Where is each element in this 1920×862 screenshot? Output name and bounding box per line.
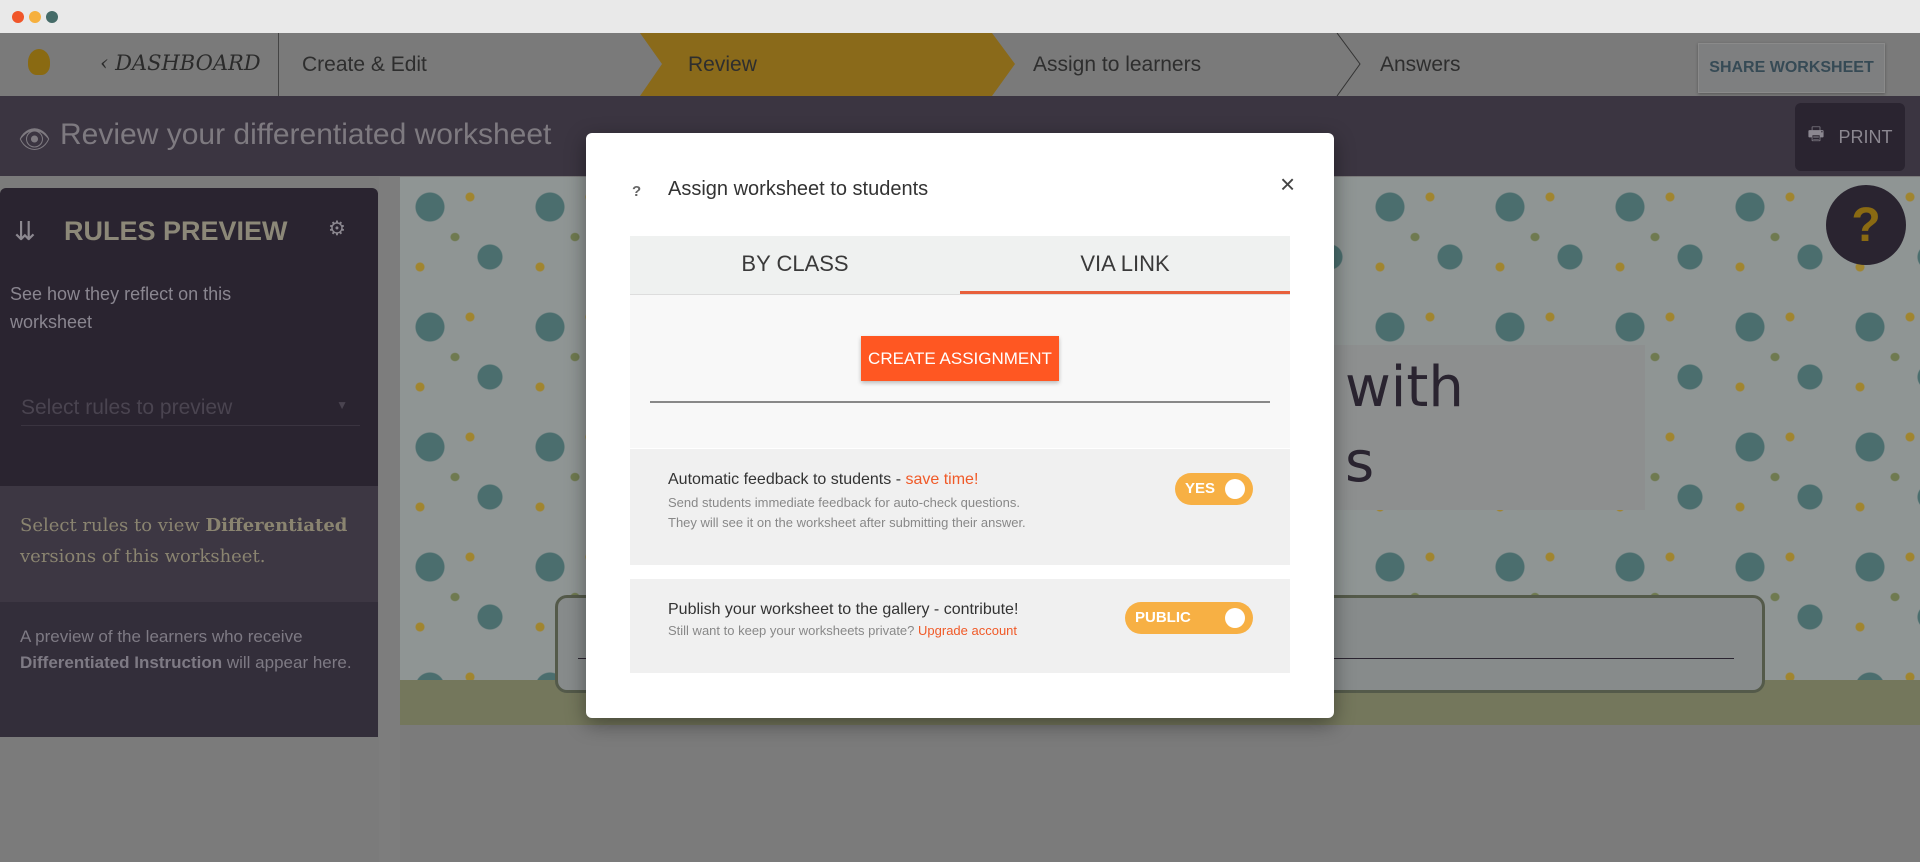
lightbulb-logo-icon [28, 49, 50, 75]
feedback-line2: They will see it on the worksheet after … [668, 515, 1026, 530]
feedback-toggle-label: YES [1185, 480, 1216, 497]
question-icon[interactable]: ? [632, 183, 641, 200]
help-button[interactable]: ? [1826, 185, 1906, 265]
print-label: PRINT [1838, 126, 1893, 147]
preview-text-end: will appear here. [222, 653, 352, 672]
feedback-highlight: save time! [905, 471, 979, 488]
step-create-edit[interactable]: Create & Edit [302, 53, 427, 77]
info-text-end: versions of this worksheet. [20, 546, 266, 567]
step-answers[interactable]: Answers [1380, 53, 1461, 77]
worksheet-title-line1: with [1345, 355, 1464, 420]
via-link-content: CREATE ASSIGNMENT [630, 295, 1290, 448]
dashboard-label: DASHBOARD [115, 51, 261, 75]
link-field[interactable] [650, 401, 1270, 403]
printer-icon: 🖶 [1807, 124, 1825, 144]
info-bold: Differentiated [205, 515, 348, 536]
feedback-toggle[interactable]: YES [1175, 473, 1253, 505]
step-separator [1336, 33, 1361, 96]
differentiated-info: Select rules to view Differentiated vers… [0, 486, 378, 602]
share-worksheet-button[interactable]: SHARE WORKSHEET [1698, 43, 1885, 93]
close-window-button[interactable] [12, 11, 24, 23]
preview-bold: Differentiated Instruction [20, 653, 223, 672]
preview-text: A preview of the learners who receive [20, 627, 303, 646]
scrollbar[interactable] [379, 177, 400, 862]
publish-title: Publish your worksheet to the gallery - … [668, 601, 1019, 618]
chevron-left-icon: ‹ [100, 51, 116, 75]
page-title: Review your differentiated worksheet [60, 118, 552, 151]
tab-by-class[interactable]: BY CLASS [630, 236, 960, 294]
split-arrows-icon: ⇊ [14, 216, 36, 246]
learners-preview: A preview of the learners who receive Di… [0, 602, 378, 737]
rules-select[interactable]: Select rules to preview ▼ [21, 396, 360, 426]
step-assign[interactable]: Assign to learners [1033, 53, 1201, 77]
publish-panel: Publish your worksheet to the gallery - … [630, 579, 1290, 673]
worksheet-title-line2: s [1345, 430, 1375, 495]
feedback-panel: Automatic feedback to students - save ti… [630, 449, 1290, 565]
publish-toggle[interactable]: PUBLIC [1125, 602, 1253, 634]
dialog-title: Assign worksheet to students [668, 178, 929, 200]
publish-toggle-label: PUBLIC [1135, 609, 1191, 626]
dashboard-link[interactable]: ‹ DASHBOARD [100, 51, 261, 75]
tab-via-link[interactable]: VIA LINK [960, 236, 1290, 294]
publish-sub: Still want to keep your worksheets priva… [668, 623, 919, 638]
minimize-window-button[interactable] [29, 11, 41, 23]
gear-icon[interactable]: ⚙ [328, 216, 346, 241]
maximize-window-button[interactable] [46, 11, 58, 23]
rules-select-placeholder: Select rules to preview [21, 396, 233, 419]
print-button[interactable]: 🖶 PRINT [1795, 103, 1905, 171]
feedback-title: Automatic feedback to students - [668, 471, 906, 488]
create-assignment-button[interactable]: CREATE ASSIGNMENT [861, 336, 1059, 381]
window-titlebar [0, 0, 1920, 33]
step-nav: ‹ DASHBOARD Create & Edit Review Assign … [0, 33, 1920, 96]
assign-dialog: ? Assign worksheet to students × BY CLAS… [586, 133, 1334, 718]
eye-icon: 👁 [18, 124, 52, 154]
rules-preview-panel: ⇊ RULES PREVIEW ⚙ See how they reflect o… [0, 188, 378, 486]
feedback-line1: Send students immediate feedback for aut… [668, 495, 1020, 510]
info-text: Select rules to view [20, 515, 206, 536]
close-icon[interactable]: × [1280, 169, 1295, 200]
upgrade-account-link[interactable]: Upgrade account [918, 623, 1017, 638]
caret-down-icon: ▼ [336, 398, 348, 412]
rules-subtitle: See how they reflect on this worksheet [10, 284, 232, 332]
rules-preview-title: RULES PREVIEW [64, 216, 288, 246]
step-review[interactable]: Review [688, 53, 757, 77]
assign-tabs: BY CLASS VIA LINK [630, 236, 1290, 295]
